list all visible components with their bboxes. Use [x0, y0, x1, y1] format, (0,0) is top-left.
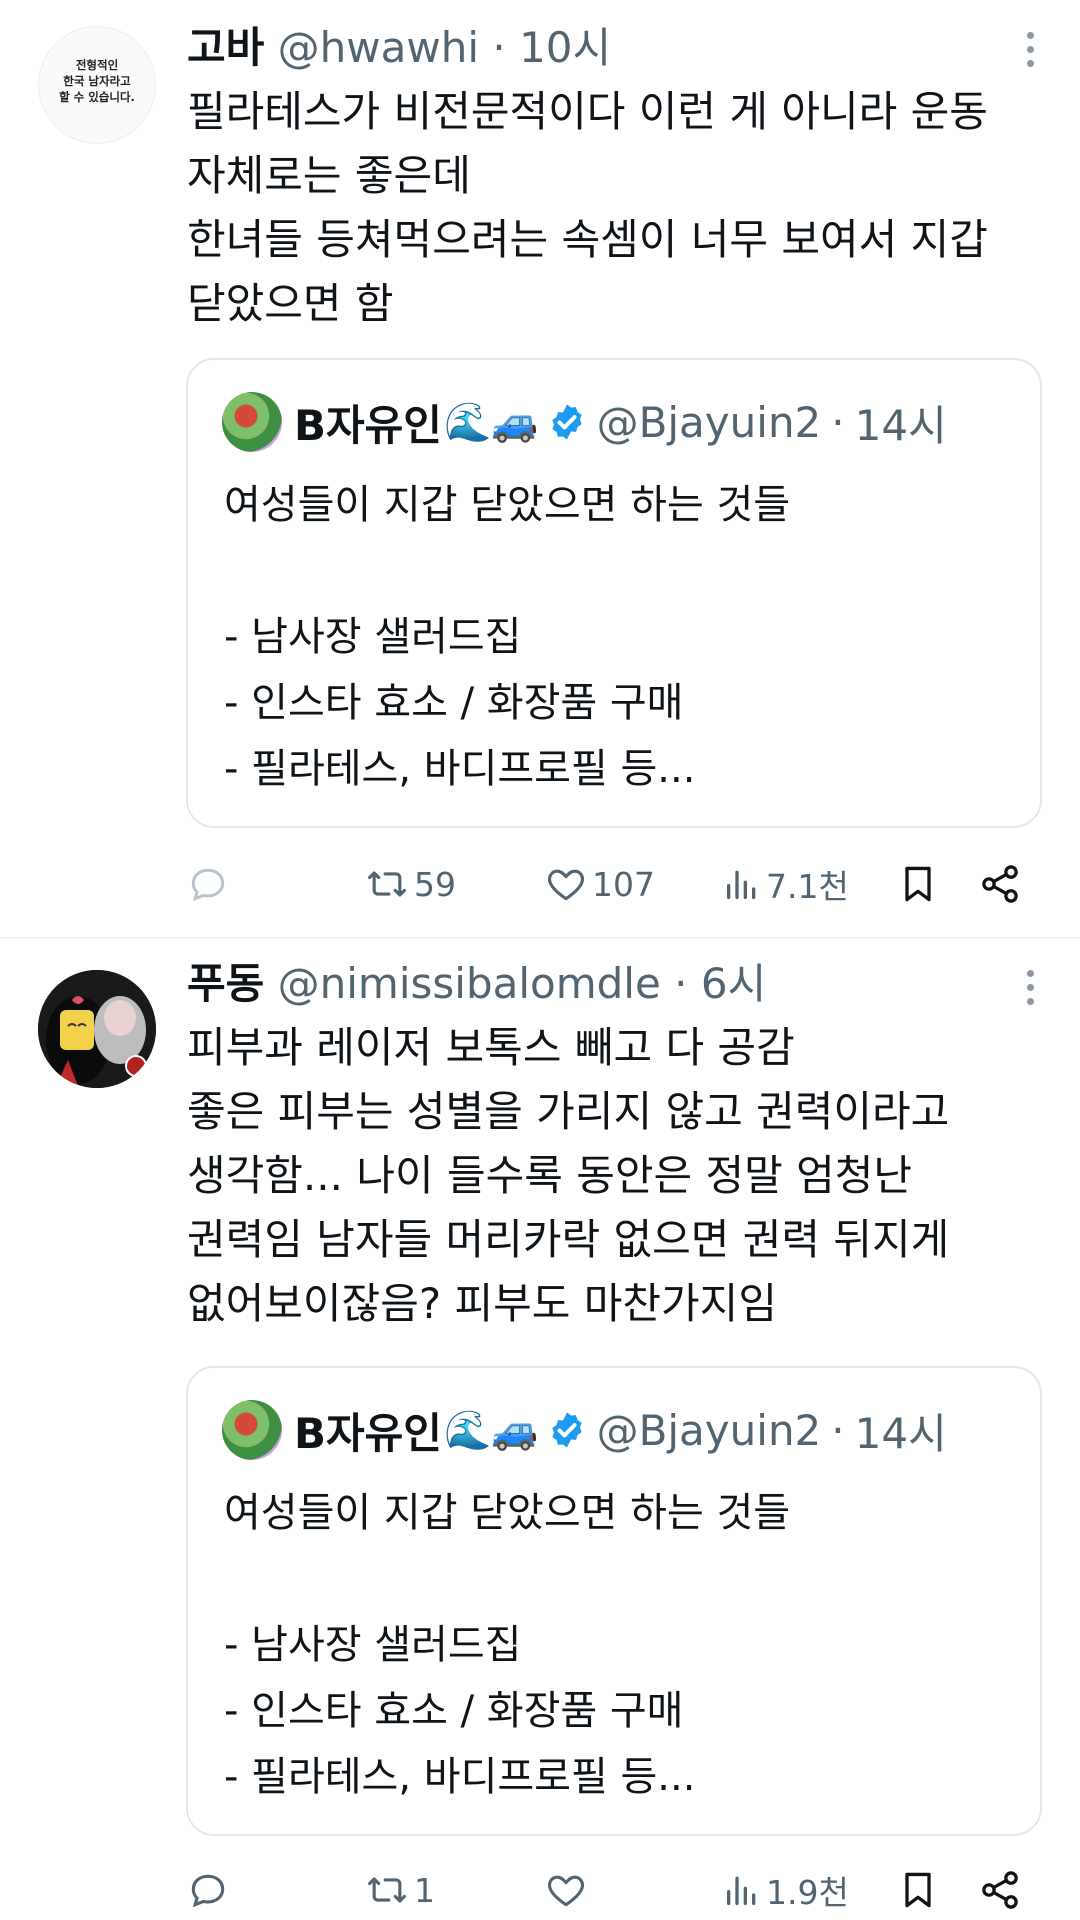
retweet-button[interactable]: 1 [364, 1860, 435, 1920]
tweet-actions: 59 107 7.1천 [186, 854, 1036, 914]
quoted-avatar [222, 392, 282, 452]
tweet-actions: 1 1.9천 [186, 1860, 1036, 1920]
author-name[interactable]: 푸동 [187, 959, 264, 1008]
views-icon [727, 1876, 756, 1905]
quoted-tweet[interactable]: B자유인 🌊🚙 @Bjayuin2 · 14시 여성들이 지갑 닫았으면 하는 … [186, 358, 1042, 828]
retweet-icon [368, 871, 406, 897]
separator-dot: · [831, 397, 845, 447]
share-button[interactable] [978, 854, 1022, 914]
separator-dot: · [674, 959, 688, 1008]
tweet[interactable]: 푸동 @nimissibalomdle · 6시 피부과 레이저 보톡스 빼고 … [0, 940, 1080, 1920]
quoted-author-handle: @Bjayuin2 [596, 397, 822, 447]
avatar[interactable]: 전형적인 한국 남자라고 할 수 있습니다. [38, 26, 156, 144]
author-name[interactable]: 고바 [187, 23, 264, 72]
tweet-text-line: 없어보이잖음? 피부도 마찬가지임 [187, 1279, 777, 1328]
views-button[interactable]: 7.1천 [722, 854, 849, 914]
quoted-text-line [224, 1546, 790, 1612]
reply-button[interactable] [186, 854, 234, 914]
bookmark-button[interactable] [896, 854, 940, 914]
quoted-tweet-header: B자유인 🌊🚙 @Bjayuin2 · 14시 [222, 392, 947, 452]
quoted-tweet-text: 여성들이 지갑 닫았으면 하는 것들 - 남사장 샐러드집 - 인스타 효소 /… [224, 1480, 790, 1810]
like-button[interactable]: 107 [544, 854, 655, 914]
tweet-text-line: 생각함... 나이 들수록 동안은 정말 엄청난 [187, 1151, 913, 1200]
quoted-text-line: - 남사장 샐러드집 [224, 1622, 522, 1668]
retweet-count: 59 [414, 864, 456, 904]
tweet-time[interactable]: 6시 [701, 959, 766, 1008]
avatar-caption: 전형적인 한국 남자라고 할 수 있습니다. [59, 58, 135, 104]
retweet-count: 1 [414, 1870, 435, 1910]
like-count: 107 [592, 864, 655, 904]
more-icon[interactable] [1010, 24, 1050, 74]
quoted-name-emoji: 🌊🚙 [443, 399, 539, 444]
tweet-time[interactable]: 10시 [519, 23, 611, 72]
tweet-text-line: 좋은 피부는 성별을 가리지 않고 권력이라고 [187, 1087, 950, 1136]
share-icon [982, 865, 1018, 903]
tweet-text: 필라테스가 비전문적이다 이런 게 아니라 운동 자체로는 좋은데 한녀들 등쳐… [187, 80, 1047, 336]
tweet-divider [0, 937, 1080, 939]
more-icon[interactable] [1010, 962, 1050, 1012]
bookmark-button[interactable] [896, 1860, 940, 1920]
quoted-text-line: - 남사장 샐러드집 [224, 614, 522, 660]
quoted-text-line: - 인스타 효소 / 화장품 구매 [224, 680, 684, 726]
quoted-text-line: - 필라테스, 바디프로필 등... [224, 746, 696, 792]
views-icon [727, 870, 756, 899]
heart-icon [547, 869, 585, 901]
quoted-name-emoji: 🌊🚙 [443, 1407, 539, 1452]
quoted-tweet[interactable]: B자유인 🌊🚙 @Bjayuin2 · 14시 여성들이 지갑 닫았으면 하는 … [186, 1366, 1042, 1836]
separator-dot: · [492, 23, 506, 72]
separator-dot: · [831, 1405, 845, 1455]
tweet-text-line: 한녀들 등쳐먹으려는 속셈이 너무 보여서 지갑 [187, 215, 988, 264]
share-button[interactable] [978, 1860, 1022, 1920]
reply-button[interactable] [186, 1860, 234, 1920]
quoted-text-line: - 인스타 효소 / 화장품 구매 [224, 1688, 684, 1734]
heart-icon [547, 1875, 585, 1907]
tweet[interactable]: 전형적인 한국 남자라고 할 수 있습니다. 고바 @hwawhi · 10시 … [0, 0, 1080, 938]
tweet-header: 고바 @hwawhi · 10시 [187, 20, 611, 76]
verified-badge-icon [551, 404, 582, 440]
avatar[interactable] [38, 970, 156, 1088]
quoted-tweet-text: 여성들이 지갑 닫았으면 하는 것들 - 남사장 샐러드집 - 인스타 효소 /… [224, 472, 790, 802]
quoted-text-line [224, 538, 790, 604]
tweet-text: 피부과 레이저 보톡스 빼고 다 공감 좋은 피부는 성별을 가리지 않고 권력… [187, 1016, 1047, 1336]
quoted-avatar [222, 1400, 282, 1460]
quoted-text-line: - 필라테스, 바디프로필 등... [224, 1754, 696, 1800]
quoted-text-line: 여성들이 지갑 닫았으면 하는 것들 [224, 482, 791, 528]
share-icon [982, 1871, 1018, 1909]
reply-icon [191, 1874, 225, 1908]
tweet-text-line: 닫았으면 함 [187, 279, 394, 328]
tweet-header: 푸동 @nimissibalomdle · 6시 [187, 956, 766, 1012]
quoted-tweet-time: 14시 [854, 1408, 947, 1458]
reply-icon [191, 868, 225, 902]
tweet-text-line: 필라테스가 비전문적이다 이런 게 아니라 운동 [187, 87, 988, 136]
views-count: 7.1천 [766, 867, 849, 906]
views-button[interactable]: 1.9천 [722, 1860, 849, 1920]
author-handle[interactable]: @nimissibalomdle [278, 959, 661, 1008]
like-button[interactable] [544, 1860, 592, 1920]
quoted-author-name: B자유인 [294, 1408, 442, 1458]
retweet-icon [368, 1877, 406, 1903]
tweet-text-line: 권력임 남자들 머리카락 없으면 권력 뒤지게 [187, 1215, 950, 1264]
bookmark-icon [905, 866, 931, 902]
quoted-author-handle: @Bjayuin2 [596, 1405, 822, 1455]
avatar-image [38, 970, 156, 1088]
tweet-text-line: 피부과 레이저 보톡스 빼고 다 공감 [187, 1023, 795, 1072]
quoted-tweet-header: B자유인 🌊🚙 @Bjayuin2 · 14시 [222, 1400, 947, 1460]
retweet-button[interactable]: 59 [364, 854, 456, 914]
bookmark-icon [905, 1872, 931, 1908]
quoted-tweet-time: 14시 [854, 400, 947, 450]
timeline-feed: 전형적인 한국 남자라고 할 수 있습니다. 고바 @hwawhi · 10시 … [0, 0, 1080, 1920]
quoted-text-line: 여성들이 지갑 닫았으면 하는 것들 [224, 1490, 791, 1536]
verified-badge-icon [551, 1412, 582, 1448]
tweet-text-line: 자체로는 좋은데 [187, 151, 471, 200]
views-count: 1.9천 [766, 1873, 849, 1912]
quoted-author-name: B자유인 [294, 400, 442, 450]
author-handle[interactable]: @hwawhi [278, 23, 479, 72]
